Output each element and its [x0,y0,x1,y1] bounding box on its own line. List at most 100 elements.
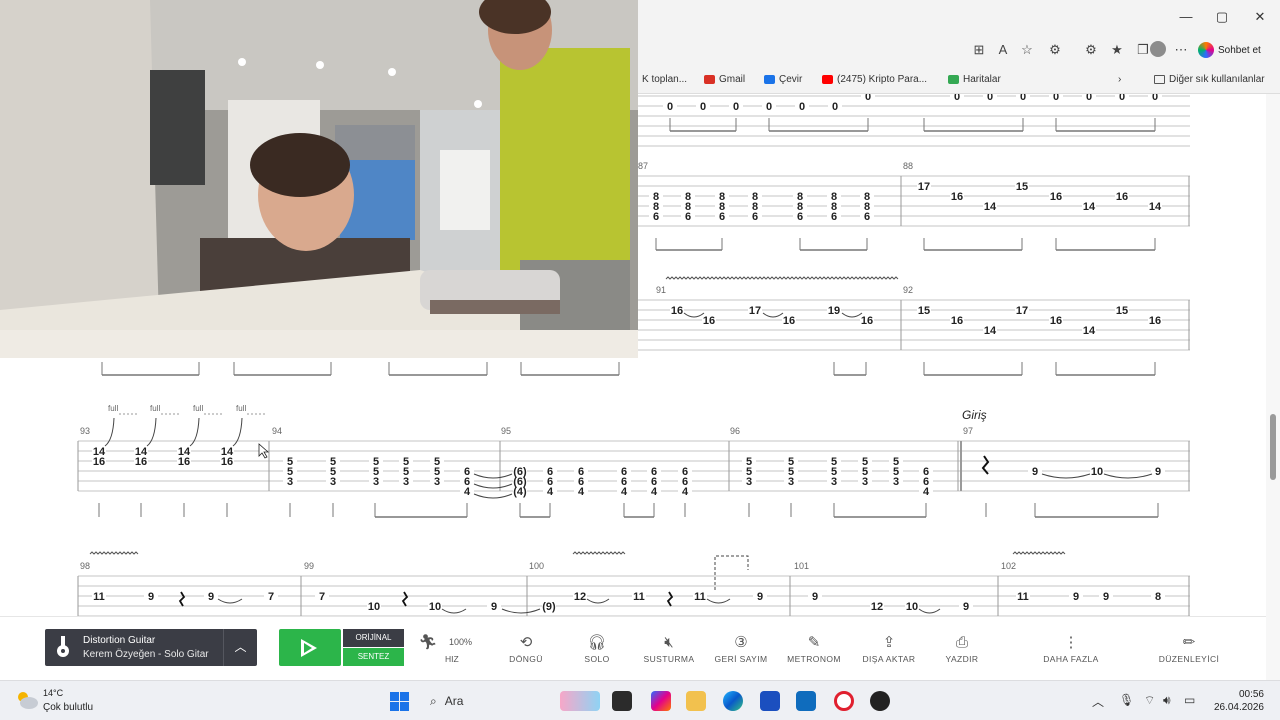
fret-number: 0 [832,101,838,113]
fret-number: 15 [1016,181,1028,193]
countdown-button[interactable]: ③ GERİ SAYIM [701,633,781,664]
export-button[interactable]: ⇪ DIŞA AKTAR [849,633,929,664]
app-available-icon[interactable]: ⊞ [970,42,988,58]
fret-number: 16 [221,456,233,468]
weather-temperature: 14°C [43,688,64,698]
tie-slur [217,598,243,604]
measure-number: 97 [963,426,973,436]
measure-number: 100 [529,561,544,571]
outlook-app-icon[interactable] [796,691,816,711]
weather-description: Çok bulutlu [43,702,94,713]
close-button[interactable]: ✕ [1242,6,1278,28]
chevron-up-icon[interactable]: ︿ [223,629,257,666]
mode-synth-button[interactable]: SENTEZ [343,648,404,666]
player-toolbar: Distortion Guitar Kerem Özyeğen - Solo G… [0,616,1266,680]
more-button[interactable]: ⋮ DAHA FAZLA [1031,633,1111,664]
wifi-icon[interactable]: ⌔ [1144,693,1155,708]
tie-slur [706,598,731,604]
mode-original-button[interactable]: ORİJİNAL [343,629,404,647]
fret-number: 6 [719,211,725,223]
bookmark-item[interactable]: K toplan... [642,74,687,85]
editor-button[interactable]: ✏ DÜZENLEYİCİ [1149,633,1229,664]
fret-number: 16 [783,315,795,327]
mute-button[interactable]: 🔇︎ SUSTURMA [629,633,709,664]
fret-number: 3 [788,476,794,488]
taskbar-search[interactable]: ⌕ Ara [424,689,552,713]
copilot-app-icon[interactable] [651,691,671,711]
fret-number: 0 [987,94,993,103]
bookmark-label: Haritalar [963,74,1001,85]
solo-button[interactable]: 🎧︎ SOLO [557,633,637,664]
favorite-star-icon[interactable]: ☆ [1018,42,1036,58]
bookmark-item[interactable]: (2475) Kripto Para... [822,74,927,85]
search-highlight-icon[interactable] [560,691,600,711]
page-scrollbar[interactable] [1266,94,1280,680]
export-label: DIŞA AKTAR [862,654,916,664]
maximize-button[interactable]: ▢ [1204,6,1240,28]
fret-number: 4 [651,486,658,498]
favorites-icon[interactable]: ★ [1108,42,1126,58]
play-button[interactable] [279,629,341,666]
bend-label: full [108,404,118,413]
loop-button[interactable]: ⟲ DÖNGÜ [486,633,566,664]
measure-number: 93 [80,426,90,436]
fret-number: 16 [178,456,190,468]
fret-number: 9 [757,591,763,603]
speed-icon: 🏃︎ [418,634,438,651]
store-app-icon[interactable] [760,691,780,711]
fret-number: 7 [319,591,325,603]
bend-arrow [146,417,157,447]
fret-number: 6 [653,211,659,223]
fret-number: 10 [906,601,918,613]
settings-icon[interactable]: ⚙ [1082,42,1100,58]
scrollbar-thumb[interactable] [1270,414,1276,480]
weather-cloud-icon[interactable] [14,687,40,713]
minimize-button[interactable]: — [1168,6,1204,28]
app-icon[interactable] [870,691,890,711]
bookmark-item[interactable]: Gmail [704,74,745,85]
fret-number: 0 [1086,94,1092,103]
bookmark-item[interactable]: Haritalar [948,74,1001,85]
taskbar-clock[interactable]: 00:56 26.04.2026 [1212,688,1264,714]
print-button[interactable]: ⎙ YAZDIR [922,633,1002,664]
vibrato-mark [665,276,899,280]
taskbar: 14°C Çok bulutlu ⌕ Ara ︿ 🎙︎ ⌔ 🔊︎ ▭ 00:56… [0,680,1280,720]
metronome-label: METRONOM [787,654,841,664]
battery-icon[interactable]: ▭ [1184,693,1195,707]
metronome-button[interactable]: ✎ METRONOM [774,633,854,664]
extensions-icon[interactable]: ⚙ [1046,42,1064,58]
more-menu-icon[interactable]: ⋯ [1172,42,1190,58]
opera-app-icon[interactable] [834,691,854,711]
windows-start-icon[interactable] [390,692,409,711]
other-bookmarks[interactable]: Diğer sık kullanılanlar [1154,74,1265,85]
fret-number: 0 [1020,94,1026,103]
volume-icon[interactable]: 🔊︎ [1163,693,1171,708]
speed-button[interactable]: 🏃︎ [408,633,448,653]
instrument-selector[interactable]: Distortion Guitar Kerem Özyeğen - Solo G… [45,629,257,666]
file-explorer-icon[interactable] [686,691,706,711]
fret-number: 3 [862,476,868,488]
measure-number: 98 [80,561,90,571]
search-icon: ⌕ [430,693,437,708]
fret-number: 3 [373,476,379,488]
fret-number: 16 [951,315,963,327]
bend-label: full [193,404,203,413]
copilot-chat-button[interactable]: Sohbet et [1198,40,1261,60]
bookmark-item[interactable]: Çevir [764,74,802,85]
guitar-icon [57,636,69,657]
profile-avatar[interactable] [1150,41,1166,57]
print-icon: ⎙ [955,634,968,651]
play-icon-inner [304,643,312,653]
edge-browser-icon[interactable] [723,691,743,711]
bookmarks-overflow-chevron-icon[interactable]: › [1118,74,1121,85]
terminal-app-icon[interactable] [612,691,632,711]
read-aloud-icon[interactable]: A [994,42,1012,57]
tie-slur [1103,473,1153,479]
microphone-icon[interactable]: 🎙︎ [1119,693,1134,707]
mute-icon: 🔇︎ [664,634,674,651]
show-hidden-icons-icon[interactable]: ︿ [1092,693,1104,710]
fret-number: 9 [812,591,818,603]
editor-icon: ✏ [1182,634,1196,651]
fret-number: 0 [1053,94,1059,103]
fret-number: 6 [864,211,870,223]
